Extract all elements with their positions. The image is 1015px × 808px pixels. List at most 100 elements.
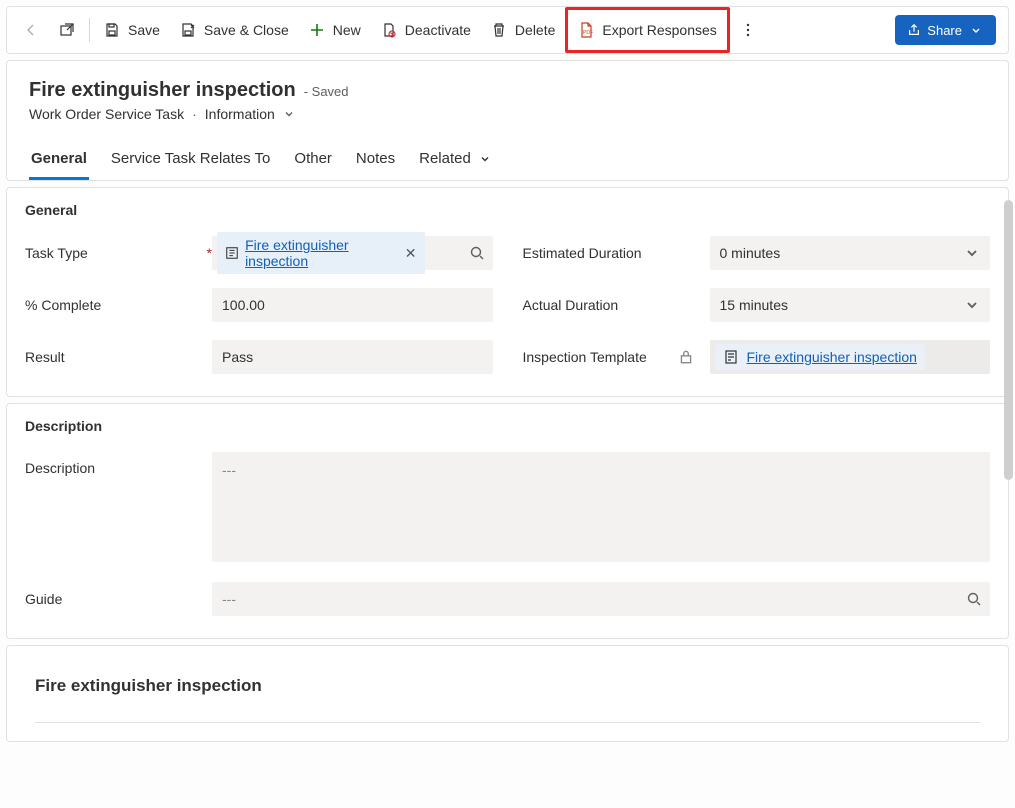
save-state: - Saved xyxy=(304,84,349,99)
field-label: Task Type xyxy=(25,245,200,261)
separator xyxy=(89,18,90,42)
tab-label: Notes xyxy=(356,150,395,167)
pdf-icon: PDF xyxy=(578,22,594,38)
field-guide: Guide --- xyxy=(25,582,990,616)
arrow-left-icon xyxy=(23,22,39,38)
open-new-window-button[interactable] xyxy=(49,12,85,48)
page-title: Fire extinguisher inspection xyxy=(29,79,296,102)
lock-icon xyxy=(678,349,694,365)
chevron-down-icon xyxy=(968,22,984,38)
popout-icon xyxy=(59,22,75,38)
separator-dot: · xyxy=(192,106,197,122)
scrollbar-thumb[interactable] xyxy=(1004,200,1013,480)
chevron-down-icon xyxy=(964,245,980,261)
chevron-down-icon xyxy=(477,151,493,167)
inspection-template-link[interactable]: Fire extinguisher inspection xyxy=(747,349,917,365)
save-label: Save xyxy=(128,22,160,38)
tab-other[interactable]: Other xyxy=(292,140,334,180)
save-button[interactable]: Save xyxy=(94,12,170,48)
plus-icon xyxy=(309,22,325,38)
command-bar: Save Save & Close New Deactivate Delete … xyxy=(6,6,1009,54)
deactivate-icon xyxy=(381,22,397,38)
inspection-template-lookup: Fire extinguisher inspection xyxy=(710,340,991,374)
lookup-pill: Fire extinguisher inspection ✕ xyxy=(217,232,425,274)
field-value: 100.00 xyxy=(222,297,265,313)
chevron-down-icon xyxy=(964,297,980,313)
field-result: Result Pass xyxy=(25,340,493,374)
share-icon xyxy=(907,23,921,37)
field-percent-complete: % Complete 100.00 xyxy=(25,288,493,322)
section-description: Description Description --- Guide --- xyxy=(6,403,1009,639)
deactivate-label: Deactivate xyxy=(405,22,471,38)
section-title: General xyxy=(25,202,990,218)
tab-service-task-relates-to[interactable]: Service Task Relates To xyxy=(109,140,273,180)
field-label: % Complete xyxy=(25,297,200,313)
form-selector[interactable]: Information xyxy=(205,106,297,122)
percent-complete-input[interactable]: 100.00 xyxy=(212,288,493,322)
field-label: Estimated Duration xyxy=(523,245,698,261)
lookup-pill: Fire extinguisher inspection xyxy=(715,344,925,370)
trash-icon xyxy=(491,22,507,38)
new-button[interactable]: New xyxy=(299,12,371,48)
field-value: Pass xyxy=(222,349,253,365)
field-label-wrap: Inspection Template xyxy=(523,349,698,365)
new-label: New xyxy=(333,22,361,38)
field-label: Inspection Template xyxy=(523,349,647,365)
save-icon xyxy=(104,22,120,38)
field-value: --- xyxy=(222,462,236,478)
description-input[interactable]: --- xyxy=(212,452,990,562)
overflow-button[interactable] xyxy=(730,12,766,48)
field-label: Actual Duration xyxy=(523,297,698,313)
guide-lookup[interactable]: --- xyxy=(212,582,990,616)
tab-general[interactable]: General xyxy=(29,140,89,180)
inspection-title: Fire extinguisher inspection xyxy=(35,676,980,696)
divider xyxy=(35,722,980,723)
estimated-duration-input[interactable]: 0 minutes xyxy=(710,236,991,270)
save-close-button[interactable]: Save & Close xyxy=(170,12,299,48)
export-responses-highlight: PDF Export Responses xyxy=(565,7,729,53)
deactivate-button[interactable]: Deactivate xyxy=(371,12,481,48)
entity-icon xyxy=(225,245,239,261)
result-input[interactable]: Pass xyxy=(212,340,493,374)
save-close-label: Save & Close xyxy=(204,22,289,38)
section-inspection: Fire extinguisher inspection xyxy=(6,645,1009,742)
field-value: --- xyxy=(222,591,236,607)
field-description: Description --- xyxy=(25,452,990,562)
remove-lookup-button[interactable]: ✕ xyxy=(401,245,417,262)
field-estimated-duration: Estimated Duration 0 minutes xyxy=(523,236,991,270)
field-task-type: Task Type Fire extinguisher inspection ✕ xyxy=(25,236,493,270)
more-vertical-icon xyxy=(740,22,756,38)
field-label: Description xyxy=(25,452,200,476)
record-header: Fire extinguisher inspection - Saved Wor… xyxy=(6,60,1009,181)
field-value: 15 minutes xyxy=(720,297,788,313)
export-responses-label: Export Responses xyxy=(602,22,716,38)
tab-label: General xyxy=(31,150,87,167)
chevron-down-icon xyxy=(281,106,297,122)
share-label: Share xyxy=(927,23,962,38)
tab-label: Other xyxy=(294,150,332,167)
delete-button[interactable]: Delete xyxy=(481,12,565,48)
back-button[interactable] xyxy=(13,12,49,48)
section-title: Description xyxy=(25,418,990,434)
search-icon[interactable] xyxy=(469,245,485,261)
field-label: Result xyxy=(25,349,200,365)
actual-duration-input[interactable]: 15 minutes xyxy=(710,288,991,322)
tab-label: Service Task Relates To xyxy=(111,150,271,167)
search-icon[interactable] xyxy=(966,591,982,607)
svg-text:PDF: PDF xyxy=(583,30,593,36)
entity-name: Work Order Service Task xyxy=(29,106,184,122)
export-responses-button[interactable]: PDF Export Responses xyxy=(568,10,726,50)
scrollbar[interactable] xyxy=(1004,200,1013,540)
tab-related[interactable]: Related xyxy=(417,140,495,180)
share-button[interactable]: Share xyxy=(895,15,996,45)
field-value: 0 minutes xyxy=(720,245,781,261)
field-label: Guide xyxy=(25,591,200,607)
section-general: General Task Type Fire extinguisher insp… xyxy=(6,187,1009,397)
field-inspection-template: Inspection Template Fire extinguisher in… xyxy=(523,340,991,374)
delete-label: Delete xyxy=(515,22,555,38)
tab-label: Related xyxy=(419,150,471,167)
form-name: Information xyxy=(205,106,275,122)
tab-notes[interactable]: Notes xyxy=(354,140,397,180)
task-type-lookup[interactable]: Fire extinguisher inspection ✕ xyxy=(212,236,493,270)
task-type-link[interactable]: Fire extinguisher inspection xyxy=(245,237,395,269)
